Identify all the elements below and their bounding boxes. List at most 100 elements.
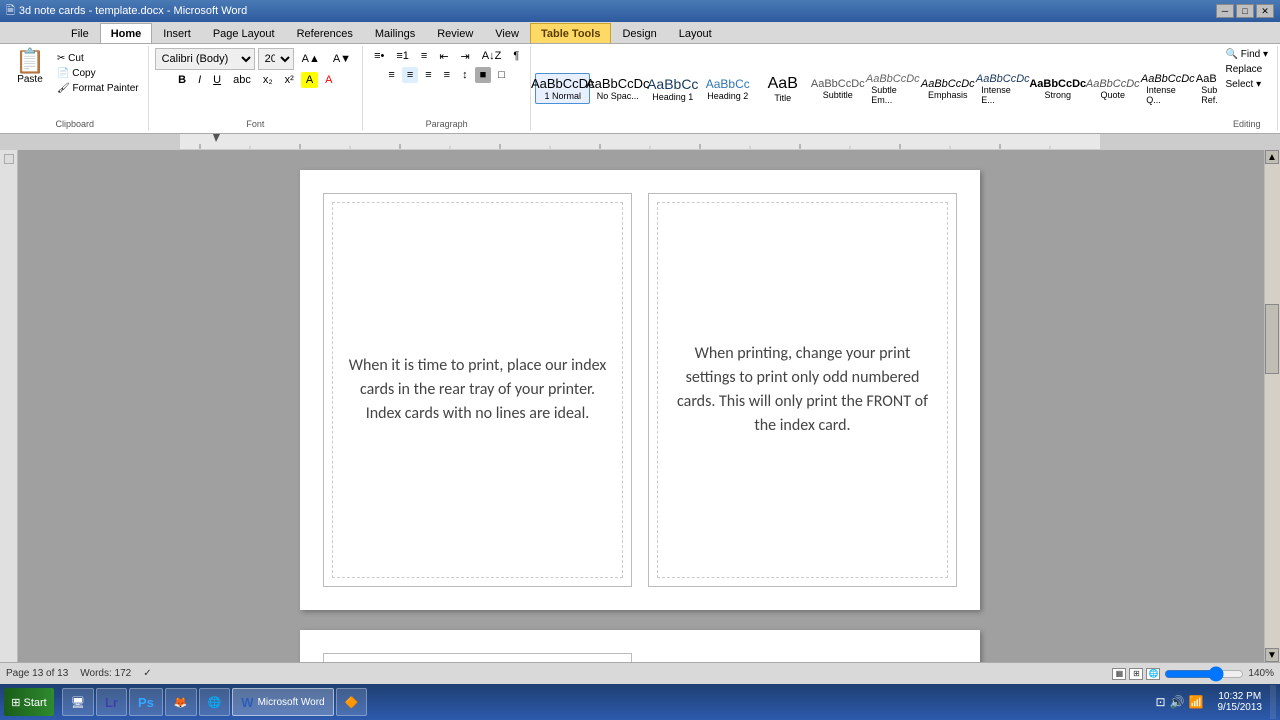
bold-button[interactable]: B	[173, 72, 191, 88]
tab-review[interactable]: Review	[426, 23, 484, 43]
taskbar-photoshop[interactable]: Ps	[129, 688, 163, 716]
web-layout-btn[interactable]: 🌐	[1146, 668, 1160, 680]
bullets-button[interactable]: ≡•	[369, 48, 389, 65]
numbering-button[interactable]: ≡1	[391, 48, 414, 65]
style-heading1-label: Heading 1	[652, 92, 693, 102]
border-button[interactable]: □	[493, 67, 510, 83]
shading-button[interactable]: ■	[475, 67, 492, 83]
paste-button[interactable]: 📋 Paste	[8, 48, 52, 87]
align-left-button[interactable]: ≡	[383, 67, 399, 83]
shrink-font-button[interactable]: A▼	[328, 51, 356, 67]
style-subtitle[interactable]: AaBbCcDc Subtitle	[810, 75, 865, 103]
style-heading2[interactable]: AaBbCc Heading 2	[700, 74, 755, 104]
replace-button[interactable]: Replace	[1223, 63, 1271, 76]
style-quote[interactable]: AaBbCcDc Quote	[1085, 75, 1140, 103]
font-size-select[interactable]: 20	[258, 48, 294, 70]
vlc-icon: 🔶	[345, 696, 359, 709]
taskbar-windows-icon[interactable]: 🖥	[62, 688, 94, 716]
style-heading1[interactable]: AaBbCc Heading 1	[645, 73, 700, 105]
style-intense-q[interactable]: AaBbCcDc Intense Q...	[1140, 70, 1195, 108]
full-screen-btn[interactable]: ⊞	[1129, 668, 1143, 680]
taskbar-chrome[interactable]: 🌐	[199, 688, 231, 716]
multilevel-button[interactable]: ≡	[416, 48, 432, 65]
italic-button[interactable]: I	[193, 72, 206, 88]
photoshop-icon: Ps	[138, 695, 154, 710]
decrease-indent-button[interactable]: ⇤	[434, 48, 453, 65]
style-subtle-ref[interactable]: AaBbCcDc Subtle Ref...	[1195, 70, 1216, 108]
style-subtle-ref-label: Subtle Ref...	[1201, 85, 1216, 105]
tab-references[interactable]: References	[286, 23, 364, 43]
start-button[interactable]: ⊞ Start	[4, 688, 54, 716]
ribbon-group-paragraph: ≡• ≡1 ≡ ⇤ ⇥ A↓Z ¶ ≡ ≡ ≡ ≡ ↕ ■ □ Paragrap…	[363, 46, 531, 131]
taskbar-word[interactable]: W Microsoft Word	[232, 688, 333, 716]
style-emphasis[interactable]: AaBbCcDc Emphasis	[920, 75, 975, 103]
clock-time: 10:32 PM	[1218, 691, 1263, 702]
style-intense-e-preview: AaBbCcDc	[976, 73, 1030, 85]
tab-mailings[interactable]: Mailings	[364, 23, 426, 43]
editing-label: Editing	[1233, 119, 1261, 129]
increase-indent-button[interactable]: ⇥	[456, 48, 475, 65]
strikethrough-button[interactable]: abc	[228, 72, 256, 88]
tab-page-layout[interactable]: Page Layout	[202, 23, 286, 43]
cut-button[interactable]: ✂ Cut	[54, 52, 142, 65]
subscript-button[interactable]: x₂	[258, 72, 278, 88]
style-normal[interactable]: AaBbCcDc 1 Normal	[535, 73, 590, 104]
style-title[interactable]: AaB Title	[755, 72, 810, 106]
zoom-slider[interactable]	[1164, 668, 1244, 680]
window-controls: ─ □ ✕	[1216, 4, 1274, 18]
line-spacing-button[interactable]: ↕	[457, 67, 473, 83]
taskbar-lightroom[interactable]: Lr	[96, 688, 127, 716]
format-painter-button[interactable]: 🖌 Format Painter	[54, 82, 142, 95]
style-no-space[interactable]: AaBbCcDc No Spac...	[590, 73, 645, 104]
style-intense-e[interactable]: AaBbCcDc Intense E...	[975, 70, 1030, 108]
style-subtitle-label: Subtitle	[823, 90, 853, 100]
scroll-thumb[interactable]	[1265, 304, 1279, 374]
card-2[interactable]: When printing, change your print setting…	[648, 193, 957, 587]
copy-button[interactable]: 📄 Copy	[54, 67, 142, 80]
tab-file[interactable]: File	[60, 23, 100, 43]
select-button[interactable]: Select ▾	[1223, 78, 1271, 91]
align-right-button[interactable]: ≡	[420, 67, 436, 83]
show-desktop-button[interactable]	[1270, 685, 1276, 719]
superscript-button[interactable]: x²	[280, 72, 299, 88]
font-color-button[interactable]: A	[320, 72, 337, 88]
grow-font-button[interactable]: A▲	[297, 51, 325, 67]
tab-view[interactable]: View	[484, 23, 530, 43]
maximize-button[interactable]: □	[1236, 4, 1254, 18]
show-formatting-button[interactable]: ¶	[508, 48, 524, 65]
scroll-up-button[interactable]: ▲	[1265, 150, 1279, 164]
tab-insert[interactable]: Insert	[152, 23, 202, 43]
card-3[interactable]: When that is done printing, take the sta…	[323, 653, 632, 662]
tab-table-tools[interactable]: Table Tools	[530, 23, 612, 43]
justify-button[interactable]: ≡	[439, 67, 455, 83]
taskbar-firefox[interactable]: 🦊	[165, 688, 197, 716]
close-button[interactable]: ✕	[1256, 4, 1274, 18]
style-subtle-ref-preview: AaBbCcDc	[1196, 73, 1217, 85]
font-name-select[interactable]: Calibri (Body)	[155, 48, 255, 70]
ribbon-group-font: Calibri (Body) 20 A▲ A▼ B I U abc x₂ x² …	[149, 46, 363, 131]
vertical-scrollbar[interactable]: ▲ ▼	[1264, 150, 1280, 662]
find-button[interactable]: 🔍 Find ▾	[1223, 48, 1271, 61]
tab-layout[interactable]: Layout	[668, 23, 723, 43]
style-title-label: Title	[774, 93, 791, 103]
clock-date: 9/15/2013	[1218, 702, 1263, 713]
paste-icon: 📋	[15, 50, 45, 74]
style-subtle-em[interactable]: AaBbCcDc Subtle Em...	[865, 70, 920, 108]
tab-design[interactable]: Design	[611, 23, 667, 43]
zoom-level: 140%	[1248, 668, 1274, 679]
underline-button[interactable]: U	[208, 72, 226, 88]
style-strong[interactable]: AaBbCcDc Strong	[1030, 75, 1085, 103]
left-panel-toggle[interactable]	[4, 154, 14, 164]
align-center-button[interactable]: ≡	[402, 67, 418, 83]
print-layout-btn[interactable]: ▦	[1112, 668, 1126, 680]
card-1[interactable]: When it is time to print, place our inde…	[323, 193, 632, 587]
clock[interactable]: 10:32 PM 9/15/2013	[1212, 691, 1269, 713]
sort-button[interactable]: A↓Z	[477, 48, 507, 65]
taskbar-vlc[interactable]: 🔶	[336, 688, 368, 716]
minimize-button[interactable]: ─	[1216, 4, 1234, 18]
scroll-down-button[interactable]: ▼	[1265, 648, 1279, 662]
text-highlight-button[interactable]: A	[301, 72, 318, 88]
word-count: Words: 172	[80, 668, 131, 679]
tab-home[interactable]: Home	[100, 23, 153, 43]
font-label: Font	[246, 119, 264, 129]
